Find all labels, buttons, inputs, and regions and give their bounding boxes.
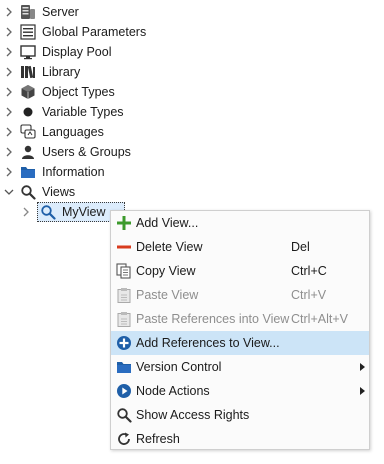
tree-item-variable-types[interactable]: Variable Types (0, 102, 200, 122)
magnifier-icon (21, 185, 36, 200)
tree-item-server[interactable]: Server (0, 2, 200, 22)
chevron-right-icon[interactable] (3, 46, 15, 58)
submenu-arrow-icon (360, 387, 365, 395)
chevron-right-icon[interactable] (3, 26, 15, 38)
tree-item-information[interactable]: Information (0, 162, 200, 182)
tree-item-label: Languages (42, 125, 104, 139)
chevron-right-icon[interactable] (3, 106, 15, 118)
menu-item-label: Add References to View... (136, 336, 280, 350)
menu-item-node-actions[interactable]: Node Actions (111, 379, 369, 403)
chevron-right-icon[interactable] (3, 166, 15, 178)
menu-item-label: Version Control (136, 360, 222, 374)
tree-item-display-pool[interactable]: Display Pool (0, 42, 200, 62)
menu-item-show-access-rights[interactable]: Show Access Rights (111, 403, 369, 427)
variable-types-icon (23, 107, 33, 117)
refresh-icon (118, 432, 130, 445)
menu-item-label: Paste View (136, 288, 199, 302)
tree-item-global-parameters[interactable]: Global Parameters (0, 22, 200, 42)
menu-item-label: Add View... (136, 216, 199, 230)
menu-item-shortcut: Ctrl+Alt+V (291, 312, 348, 326)
menu-item-label: Node Actions (136, 384, 210, 398)
menu-item-version-control[interactable]: Version Control (111, 355, 369, 379)
tree-item-library[interactable]: Library (0, 62, 200, 82)
tree-item-label: Global Parameters (42, 25, 147, 39)
copy-icon (116, 263, 131, 279)
chevron-right-icon[interactable] (3, 66, 15, 78)
tree-item-label: Users & Groups (42, 145, 131, 159)
menu-item-shortcut: Del (291, 240, 310, 254)
chevron-right-icon[interactable] (3, 126, 15, 138)
chevron-right-icon[interactable] (3, 86, 15, 98)
tree-item-label: Views (42, 185, 76, 199)
tree-item-views[interactable]: Views (0, 182, 200, 202)
menu-item-paste-view[interactable]: Paste View Ctrl+V (111, 283, 369, 307)
tree-item-languages[interactable]: Languages (0, 122, 200, 142)
menu-item-label: Paste References into View (136, 312, 290, 326)
paste-icon (117, 312, 131, 327)
menu-item-paste-references-into-view[interactable]: Paste References into View Ctrl+Alt+V (111, 307, 369, 331)
languages-icon (20, 124, 36, 139)
menu-item-label: Delete View (136, 240, 203, 254)
menu-item-label: Show Access Rights (136, 408, 250, 422)
tree-item-label: Library (42, 65, 81, 79)
menu-item-delete-view[interactable]: Delete View Del (111, 235, 369, 259)
display-pool-icon (20, 45, 36, 60)
menu-item-refresh[interactable]: Refresh (111, 427, 369, 451)
global-parameters-icon (20, 24, 36, 40)
tree-item-label: Variable Types (42, 105, 124, 119)
folder-icon (21, 167, 35, 178)
magnifier-icon (117, 408, 132, 423)
server-icon (21, 5, 35, 19)
tree-item-label: Display Pool (42, 45, 112, 59)
menu-item-shortcut: Ctrl+V (291, 288, 327, 302)
tree-item-label: Object Types (42, 85, 115, 99)
menu-item-label: Copy View (136, 264, 196, 278)
menu-item-copy-view[interactable]: Copy View Ctrl+C (111, 259, 369, 283)
context-menu: Add View... Delete View Del Copy View Ct… (110, 210, 370, 450)
tree-item-users-groups[interactable]: Users & Groups (0, 142, 200, 162)
paste-icon (117, 288, 131, 303)
menu-item-add-view[interactable]: Add View... (111, 211, 369, 235)
menu-item-label: Refresh (136, 432, 180, 446)
menu-item-shortcut: Ctrl+C (291, 264, 327, 278)
chevron-right-icon[interactable] (3, 6, 15, 18)
tree-item-label: MyView (62, 205, 106, 219)
submenu-arrow-icon (360, 363, 365, 371)
add-circle-icon (117, 336, 131, 350)
chevron-right-icon[interactable] (20, 206, 32, 218)
tree-item-object-types[interactable]: Object Types (0, 82, 200, 102)
plus-icon (117, 216, 131, 230)
tree-item-label: Server (42, 5, 79, 19)
chevron-down-icon[interactable] (3, 186, 15, 198)
magnifier-icon (41, 205, 56, 220)
minus-icon (117, 245, 131, 249)
folder-icon (117, 362, 131, 373)
library-icon (21, 65, 35, 79)
menu-item-add-references-to-view[interactable]: Add References to View... (111, 331, 369, 355)
chevron-right-icon[interactable] (3, 146, 15, 158)
play-circle-icon (117, 384, 131, 398)
tree-item-label: Information (42, 165, 105, 179)
object-types-icon (21, 85, 35, 99)
users-groups-icon (22, 145, 34, 159)
